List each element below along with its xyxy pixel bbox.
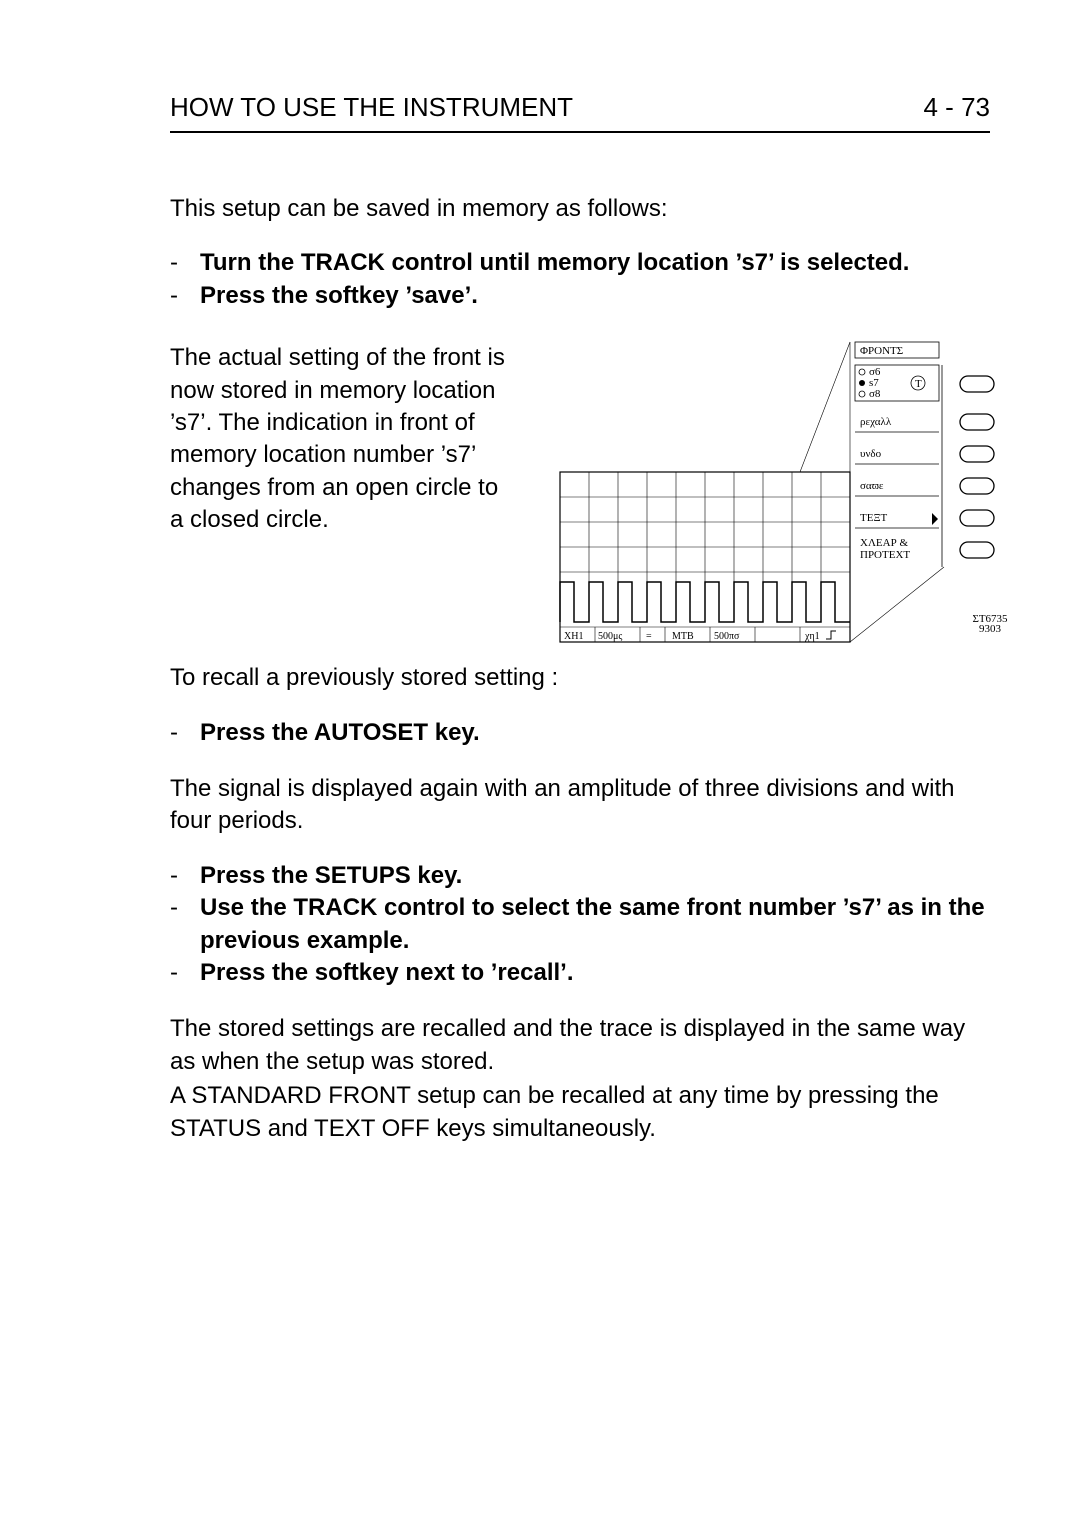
paragraph: A STANDARD FRONT setup can be recalled a… bbox=[170, 1080, 990, 1145]
mem-closed-circle-icon bbox=[859, 380, 865, 386]
trigger-edge-icon bbox=[826, 631, 836, 639]
bullet-text: Press the SETUPS key. bbox=[200, 860, 462, 892]
readout-voltage: 500μς bbox=[598, 631, 622, 642]
bullet-dash: - bbox=[170, 892, 180, 957]
mem-s8: σ8 bbox=[869, 388, 881, 400]
menu-save: σαϖε bbox=[860, 480, 884, 492]
scope-figure: ΧΗ1 500μς = ΜΤΒ 500πσ χη1 bbox=[540, 342, 1030, 642]
bullet-list-2: -Press the AUTOSET key. bbox=[170, 717, 990, 749]
menu-recall: ρεχαλλ bbox=[860, 416, 892, 428]
menu-header: ΦΡΟΝΤΣ bbox=[860, 345, 903, 357]
menu-clear: ΧΛΕΑΡ & bbox=[860, 537, 908, 549]
menu-text: ΤΕΞΤ bbox=[860, 512, 888, 524]
paragraph: To recall a previously stored setting : bbox=[170, 662, 990, 694]
mem-open-circle-icon bbox=[859, 369, 865, 375]
readout-time: 500πσ bbox=[714, 631, 740, 642]
bullet-dash: - bbox=[170, 957, 180, 989]
softkey-button bbox=[960, 414, 994, 430]
bullet-text: Use the TRACK control to select the same… bbox=[200, 892, 990, 957]
chevron-right-icon bbox=[932, 513, 938, 525]
page-number: 4 - 73 bbox=[924, 90, 991, 125]
menu-undo: υνδο bbox=[860, 448, 882, 460]
bullet-dash: - bbox=[170, 280, 180, 312]
softkey-button bbox=[960, 446, 994, 462]
softkey-button bbox=[960, 376, 994, 392]
bullet-dash: - bbox=[170, 717, 180, 749]
readout-ch1: ΧΗ1 bbox=[564, 631, 583, 642]
bullet-text: Press the softkey next to ’recall’. bbox=[200, 957, 574, 989]
section-title: HOW TO USE THE INSTRUMENT bbox=[170, 90, 573, 125]
bullet-list-3: -Press the SETUPS key. -Use the TRACK co… bbox=[170, 860, 990, 990]
bullet-text: Press the AUTOSET key. bbox=[200, 717, 480, 749]
track-label: T bbox=[915, 378, 922, 390]
softkey-button bbox=[960, 510, 994, 526]
document-page: HOW TO USE THE INSTRUMENT 4 - 73 This se… bbox=[0, 0, 1080, 1529]
readout-mtb: ΜΤΒ bbox=[672, 631, 694, 642]
softkey-button bbox=[960, 542, 994, 558]
readout-trigger: χη1 bbox=[804, 631, 820, 642]
bullet-list-1: -Turn the TRACK control until memory loc… bbox=[170, 247, 990, 312]
figure-row: The actual setting of the front is now s… bbox=[170, 342, 990, 642]
softkey-button bbox=[960, 478, 994, 494]
softkey-buttons bbox=[960, 376, 994, 558]
paragraph: The stored settings are recalled and the… bbox=[170, 1013, 990, 1078]
bullet-text: Turn the TRACK control until memory loca… bbox=[200, 247, 909, 279]
scope-diagram: ΧΗ1 500μς = ΜΤΒ 500πσ χη1 bbox=[540, 342, 1030, 642]
bullet-text: Press the softkey ’save’. bbox=[200, 280, 478, 312]
page-header: HOW TO USE THE INSTRUMENT 4 - 73 bbox=[170, 90, 990, 133]
paragraph: The signal is displayed again with an am… bbox=[170, 773, 990, 838]
readout-coupling: = bbox=[646, 631, 652, 642]
bullet-dash: - bbox=[170, 860, 180, 892]
figure-code-2: 9303 bbox=[979, 623, 1002, 635]
bullet-dash: - bbox=[170, 247, 180, 279]
menu-protect: ΠΡΟΤΕΧΤ bbox=[860, 549, 910, 561]
intro-paragraph: This setup can be saved in memory as fol… bbox=[170, 193, 990, 225]
mem-open-circle-icon bbox=[859, 391, 865, 397]
figure-caption-left: The actual setting of the front is now s… bbox=[170, 342, 510, 536]
